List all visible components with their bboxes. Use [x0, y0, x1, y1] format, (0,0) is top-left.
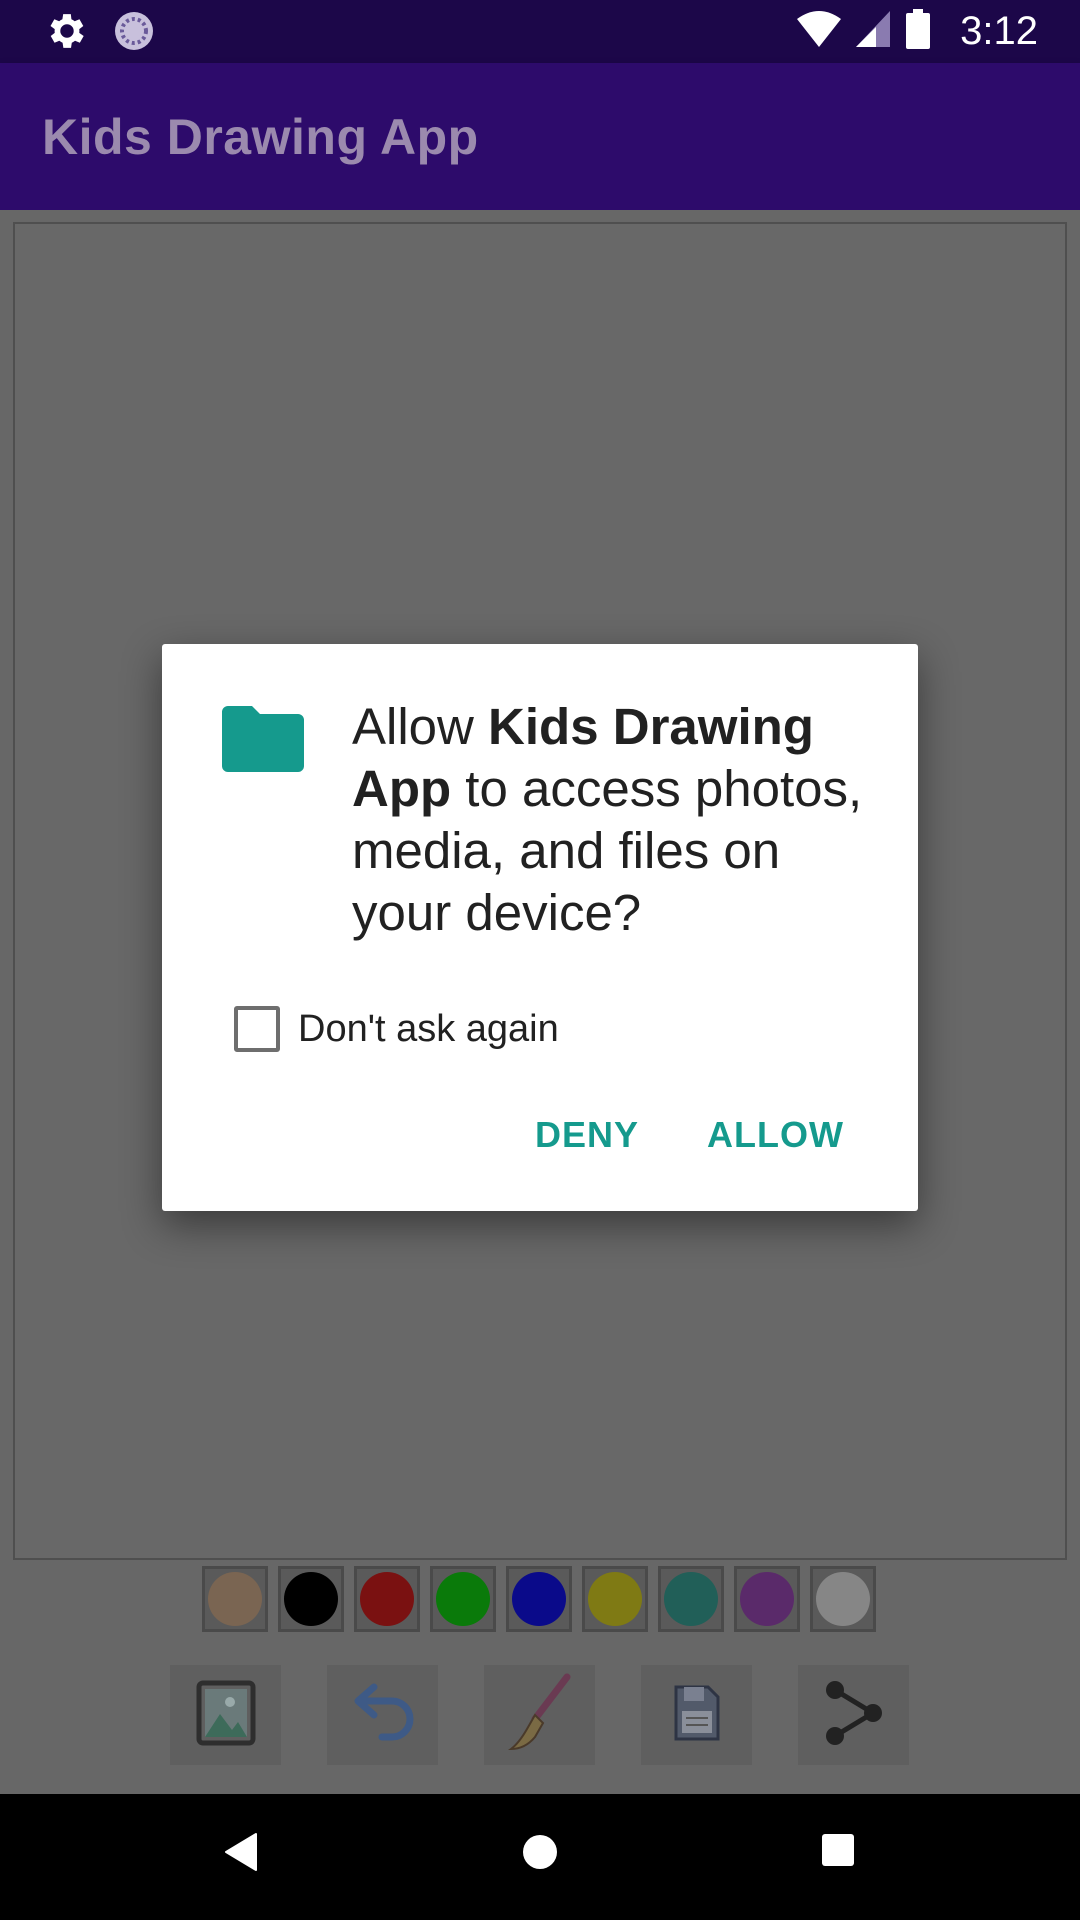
share-icon: [821, 1678, 887, 1753]
home-icon[interactable]: [520, 1832, 560, 1877]
color-swatch-yellow[interactable]: [582, 1566, 648, 1632]
dont-ask-again-row[interactable]: Don't ask again: [234, 1006, 559, 1052]
recents-icon[interactable]: [820, 1832, 856, 1873]
color-swatch-teal[interactable]: [658, 1566, 724, 1632]
undo-icon: [348, 1681, 418, 1750]
color-swatch-green[interactable]: [430, 1566, 496, 1632]
share-button[interactable]: [798, 1665, 909, 1765]
color-swatch-tan[interactable]: [202, 1566, 268, 1632]
save-icon: [672, 1683, 722, 1748]
dont-ask-again-checkbox[interactable]: [234, 1006, 280, 1052]
app-title: Kids Drawing App: [42, 109, 479, 165]
color-swatch-blue[interactable]: [506, 1566, 572, 1632]
dialog-message: Allow Kids Drawing App to access photos,…: [352, 696, 892, 944]
gallery-button[interactable]: [170, 1665, 281, 1765]
brush-button[interactable]: [484, 1665, 595, 1765]
dont-ask-again-label: Don't ask again: [298, 1007, 559, 1050]
status-bar: 3:12: [0, 0, 1080, 63]
dialog-actions: DENY ALLOW: [535, 1114, 844, 1156]
loading-icon: [112, 9, 156, 58]
navigation-bar: [0, 1794, 1080, 1920]
message-prefix: Allow: [352, 698, 489, 755]
deny-button[interactable]: DENY: [535, 1114, 639, 1156]
toolbar: [170, 1665, 909, 1765]
folder-icon: [222, 706, 304, 777]
permission-dialog: Allow Kids Drawing App to access photos,…: [162, 644, 918, 1211]
gear-icon: [44, 8, 90, 59]
clock: 3:12: [960, 9, 1038, 53]
allow-button[interactable]: ALLOW: [707, 1114, 844, 1156]
undo-button[interactable]: [327, 1665, 438, 1765]
back-icon[interactable]: [222, 1832, 258, 1877]
app-bar: Kids Drawing App: [0, 63, 1080, 210]
color-swatch-white[interactable]: [810, 1566, 876, 1632]
brush-icon: [505, 1673, 575, 1758]
color-swatch-red[interactable]: [354, 1566, 420, 1632]
color-palette: [202, 1566, 876, 1632]
color-swatch-purple[interactable]: [734, 1566, 800, 1632]
wifi-icon: [796, 9, 842, 54]
save-button[interactable]: [641, 1665, 752, 1765]
color-swatch-black[interactable]: [278, 1566, 344, 1632]
battery-icon: [906, 9, 931, 54]
gallery-icon: [196, 1680, 256, 1751]
signal-icon: [856, 9, 892, 54]
